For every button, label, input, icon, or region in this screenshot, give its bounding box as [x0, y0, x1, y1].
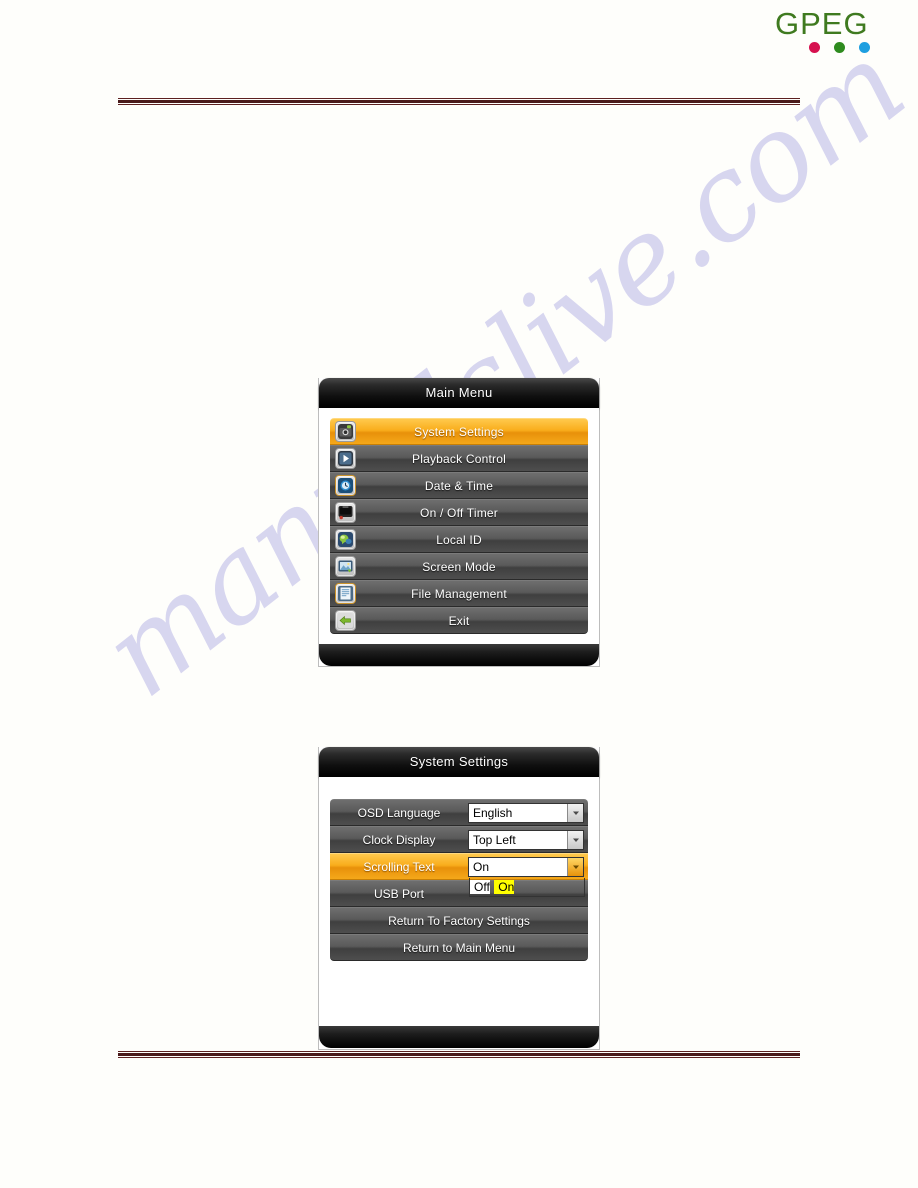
dropdown-option-off[interactable]: Off [470, 879, 490, 894]
dropdown-option-on[interactable]: On [494, 879, 515, 894]
clock-display-select[interactable]: Top Left [468, 829, 584, 850]
header-rule [118, 98, 800, 105]
setting-row-return-to-factory-settings[interactable]: Return To Factory Settings [330, 907, 588, 934]
scrolling-text-select[interactable]: On Off On [468, 856, 585, 897]
setting-row-scrolling-text[interactable]: Scrolling Text On Off On [330, 853, 588, 897]
camera-icon [330, 421, 360, 442]
menu-item-exit[interactable]: Exit [330, 607, 588, 634]
setting-row-return-to-main-menu[interactable]: Return to Main Menu [330, 934, 588, 961]
setting-row-osd-language[interactable]: OSD Language English [330, 799, 588, 826]
menu-item-file-management[interactable]: File Management [330, 580, 588, 607]
document-icon [330, 583, 360, 604]
osd-language-value: English [473, 805, 513, 820]
menu-item-date-time[interactable]: Date & Time [330, 472, 588, 499]
menu-item-label: On / Off Timer [420, 505, 498, 520]
main-menu-panel: Main Menu System Settings Playback Contr… [318, 378, 600, 667]
setting-row-clock-display[interactable]: Clock Display Top Left [330, 826, 588, 853]
logo-dots [775, 42, 870, 53]
chevron-down-icon[interactable] [567, 830, 583, 849]
menu-item-label: Exit [448, 613, 470, 628]
monitor-timer-icon [330, 502, 360, 523]
footer-rule [118, 1051, 800, 1058]
setting-label: Scrolling Text [363, 859, 435, 874]
dot-green-icon [834, 42, 845, 53]
main-menu-list: System Settings Playback Control Date & … [330, 418, 588, 634]
speech-bubble-icon [330, 529, 360, 550]
system-settings-panel: System Settings OSD Language English Clo… [318, 747, 600, 1050]
system-settings-title: System Settings [319, 747, 599, 777]
screen-image-icon [330, 556, 360, 577]
scrolling-text-dropdown[interactable]: Off On [469, 877, 585, 897]
setting-label: OSD Language [357, 805, 441, 820]
menu-item-label: System Settings [414, 424, 504, 439]
clock-icon [330, 475, 360, 496]
menu-item-system-settings[interactable]: System Settings [330, 418, 588, 445]
setting-label: USB Port [373, 886, 424, 901]
menu-item-label: File Management [411, 586, 507, 601]
menu-item-local-id[interactable]: Local ID [330, 526, 588, 553]
system-settings-footer [319, 1026, 599, 1048]
setting-label: Clock Display [362, 832, 436, 847]
chevron-down-icon[interactable] [567, 857, 583, 876]
main-menu-title: Main Menu [319, 378, 599, 408]
osd-language-select[interactable]: English [468, 802, 584, 823]
menu-item-screen-mode[interactable]: Screen Mode [330, 553, 588, 580]
setting-action-label: Return to Main Menu [402, 940, 516, 955]
gpeg-logo: GPEG [775, 8, 870, 53]
clock-display-value: Top Left [473, 832, 516, 847]
scrolling-text-value: On [473, 859, 490, 874]
menu-item-label: Date & Time [424, 478, 494, 493]
main-menu-body: System Settings Playback Control Date & … [319, 408, 599, 644]
main-menu-footer [319, 644, 599, 666]
logo-wordmark: GPEG [775, 6, 869, 41]
system-settings-list: OSD Language English Clock Display Top L… [330, 799, 588, 961]
dot-blue-icon [859, 42, 870, 53]
menu-item-label: Playback Control [412, 451, 506, 466]
setting-action-label: Return To Factory Settings [388, 913, 530, 928]
dot-magenta-icon [809, 42, 820, 53]
system-settings-body: OSD Language English Clock Display Top L… [319, 777, 599, 1026]
chevron-down-icon[interactable] [567, 803, 583, 822]
menu-item-label: Local ID [436, 532, 482, 547]
menu-item-playback-control[interactable]: Playback Control [330, 445, 588, 472]
menu-item-label: Screen Mode [422, 559, 496, 574]
back-arrow-icon [330, 610, 360, 631]
menu-item-on-off-timer[interactable]: On / Off Timer [330, 499, 588, 526]
play-icon [330, 448, 360, 469]
